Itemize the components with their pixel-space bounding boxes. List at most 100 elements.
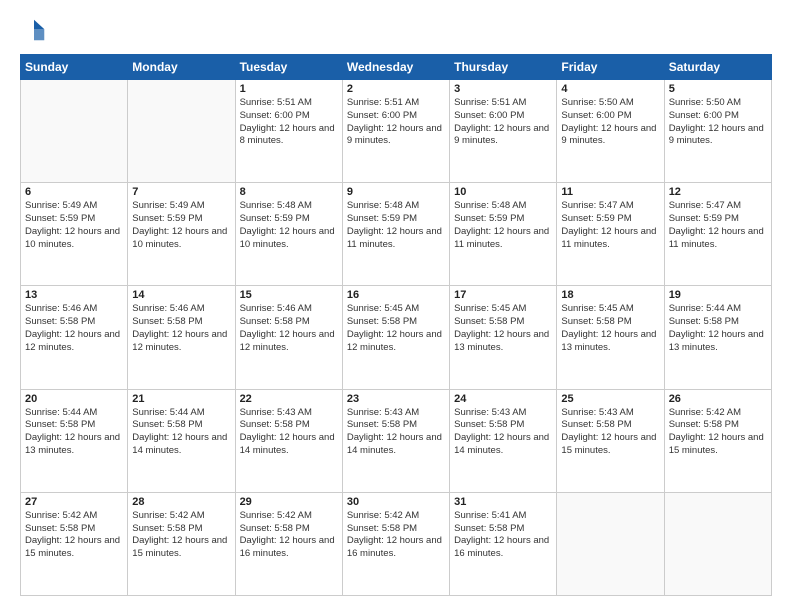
calendar-cell: 25 Sunrise: 5:43 AM Sunset: 5:58 PM Dayli…	[557, 389, 664, 492]
day-number: 14	[132, 289, 230, 301]
day-number: 5	[669, 83, 767, 95]
day-number: 11	[561, 186, 659, 198]
day-info: Sunrise: 5:51 AM Sunset: 6:00 PM Dayligh…	[240, 97, 338, 148]
day-info: Sunrise: 5:44 AM Sunset: 5:58 PM Dayligh…	[669, 303, 767, 354]
day-info: Sunrise: 5:51 AM Sunset: 6:00 PM Dayligh…	[347, 97, 445, 148]
calendar-cell: 21 Sunrise: 5:44 AM Sunset: 5:58 PM Dayli…	[128, 389, 235, 492]
weekday-header-wednesday: Wednesday	[342, 55, 449, 80]
weekday-header-sunday: Sunday	[21, 55, 128, 80]
day-number: 22	[240, 393, 338, 405]
day-number: 27	[25, 496, 123, 508]
day-number: 13	[25, 289, 123, 301]
day-number: 15	[240, 289, 338, 301]
day-number: 30	[347, 496, 445, 508]
day-number: 2	[347, 83, 445, 95]
weekday-header-thursday: Thursday	[450, 55, 557, 80]
day-info: Sunrise: 5:48 AM Sunset: 5:59 PM Dayligh…	[454, 200, 552, 251]
calendar-cell: 29 Sunrise: 5:42 AM Sunset: 5:58 PM Dayli…	[235, 492, 342, 595]
day-info: Sunrise: 5:51 AM Sunset: 6:00 PM Dayligh…	[454, 97, 552, 148]
calendar-cell: 31 Sunrise: 5:41 AM Sunset: 5:58 PM Dayli…	[450, 492, 557, 595]
day-number: 17	[454, 289, 552, 301]
calendar-cell: 1 Sunrise: 5:51 AM Sunset: 6:00 PM Daylig…	[235, 80, 342, 183]
logo-icon	[20, 16, 48, 44]
day-info: Sunrise: 5:50 AM Sunset: 6:00 PM Dayligh…	[561, 97, 659, 148]
day-info: Sunrise: 5:49 AM Sunset: 5:59 PM Dayligh…	[132, 200, 230, 251]
day-number: 21	[132, 393, 230, 405]
day-number: 6	[25, 186, 123, 198]
day-info: Sunrise: 5:50 AM Sunset: 6:00 PM Dayligh…	[669, 97, 767, 148]
day-number: 9	[347, 186, 445, 198]
calendar-week-row: 20 Sunrise: 5:44 AM Sunset: 5:58 PM Dayli…	[21, 389, 772, 492]
day-number: 25	[561, 393, 659, 405]
calendar-cell	[128, 80, 235, 183]
calendar-cell: 9 Sunrise: 5:48 AM Sunset: 5:59 PM Daylig…	[342, 183, 449, 286]
calendar-cell: 20 Sunrise: 5:44 AM Sunset: 5:58 PM Dayli…	[21, 389, 128, 492]
calendar-cell: 15 Sunrise: 5:46 AM Sunset: 5:58 PM Dayli…	[235, 286, 342, 389]
day-info: Sunrise: 5:42 AM Sunset: 5:58 PM Dayligh…	[347, 510, 445, 561]
day-info: Sunrise: 5:42 AM Sunset: 5:58 PM Dayligh…	[669, 407, 767, 458]
day-number: 18	[561, 289, 659, 301]
day-number: 7	[132, 186, 230, 198]
day-info: Sunrise: 5:45 AM Sunset: 5:58 PM Dayligh…	[454, 303, 552, 354]
calendar-cell: 16 Sunrise: 5:45 AM Sunset: 5:58 PM Dayli…	[342, 286, 449, 389]
day-info: Sunrise: 5:42 AM Sunset: 5:58 PM Dayligh…	[25, 510, 123, 561]
day-number: 4	[561, 83, 659, 95]
day-info: Sunrise: 5:49 AM Sunset: 5:59 PM Dayligh…	[25, 200, 123, 251]
day-info: Sunrise: 5:44 AM Sunset: 5:58 PM Dayligh…	[25, 407, 123, 458]
day-number: 19	[669, 289, 767, 301]
day-number: 24	[454, 393, 552, 405]
calendar-week-row: 6 Sunrise: 5:49 AM Sunset: 5:59 PM Daylig…	[21, 183, 772, 286]
day-number: 29	[240, 496, 338, 508]
calendar-cell: 30 Sunrise: 5:42 AM Sunset: 5:58 PM Dayli…	[342, 492, 449, 595]
day-info: Sunrise: 5:41 AM Sunset: 5:58 PM Dayligh…	[454, 510, 552, 561]
calendar-header-row: SundayMondayTuesdayWednesdayThursdayFrid…	[21, 55, 772, 80]
day-info: Sunrise: 5:45 AM Sunset: 5:58 PM Dayligh…	[347, 303, 445, 354]
calendar-cell	[21, 80, 128, 183]
day-info: Sunrise: 5:48 AM Sunset: 5:59 PM Dayligh…	[347, 200, 445, 251]
calendar-cell: 26 Sunrise: 5:42 AM Sunset: 5:58 PM Dayli…	[664, 389, 771, 492]
day-number: 8	[240, 186, 338, 198]
day-info: Sunrise: 5:44 AM Sunset: 5:58 PM Dayligh…	[132, 407, 230, 458]
weekday-header-saturday: Saturday	[664, 55, 771, 80]
calendar-cell: 24 Sunrise: 5:43 AM Sunset: 5:58 PM Dayli…	[450, 389, 557, 492]
calendar-cell: 6 Sunrise: 5:49 AM Sunset: 5:59 PM Daylig…	[21, 183, 128, 286]
weekday-header-tuesday: Tuesday	[235, 55, 342, 80]
calendar-cell: 22 Sunrise: 5:43 AM Sunset: 5:58 PM Dayli…	[235, 389, 342, 492]
day-number: 26	[669, 393, 767, 405]
calendar-cell: 18Sunrise: 5:45 AM Sunset: 5:58 PM Dayli…	[557, 286, 664, 389]
day-number: 20	[25, 393, 123, 405]
day-number: 10	[454, 186, 552, 198]
day-info: Sunrise: 5:48 AM Sunset: 5:59 PM Dayligh…	[240, 200, 338, 251]
day-info: Sunrise: 5:42 AM Sunset: 5:58 PM Dayligh…	[240, 510, 338, 561]
calendar-cell: 23Sunrise: 5:43 AM Sunset: 5:58 PM Dayli…	[342, 389, 449, 492]
calendar-cell: 14 Sunrise: 5:46 AM Sunset: 5:58 PM Dayli…	[128, 286, 235, 389]
calendar-cell: 17 Sunrise: 5:45 AM Sunset: 5:58 PM Dayli…	[450, 286, 557, 389]
calendar-week-row: 27 Sunrise: 5:42 AM Sunset: 5:58 PM Dayli…	[21, 492, 772, 595]
logo	[20, 16, 52, 44]
day-number: 23	[347, 393, 445, 405]
calendar-cell: 27 Sunrise: 5:42 AM Sunset: 5:58 PM Dayli…	[21, 492, 128, 595]
calendar-cell	[557, 492, 664, 595]
calendar-cell: 28Sunrise: 5:42 AM Sunset: 5:58 PM Dayli…	[128, 492, 235, 595]
weekday-header-monday: Monday	[128, 55, 235, 80]
calendar-cell: 13Sunrise: 5:46 AM Sunset: 5:58 PM Dayli…	[21, 286, 128, 389]
calendar-table: SundayMondayTuesdayWednesdayThursdayFrid…	[20, 54, 772, 596]
calendar-week-row: 1 Sunrise: 5:51 AM Sunset: 6:00 PM Daylig…	[21, 80, 772, 183]
day-info: Sunrise: 5:47 AM Sunset: 5:59 PM Dayligh…	[669, 200, 767, 251]
day-number: 3	[454, 83, 552, 95]
day-info: Sunrise: 5:46 AM Sunset: 5:58 PM Dayligh…	[132, 303, 230, 354]
calendar-cell: 7 Sunrise: 5:49 AM Sunset: 5:59 PM Daylig…	[128, 183, 235, 286]
calendar-cell: 19 Sunrise: 5:44 AM Sunset: 5:58 PM Dayli…	[664, 286, 771, 389]
day-info: Sunrise: 5:43 AM Sunset: 5:58 PM Dayligh…	[240, 407, 338, 458]
calendar-cell: 11Sunrise: 5:47 AM Sunset: 5:59 PM Dayli…	[557, 183, 664, 286]
day-info: Sunrise: 5:43 AM Sunset: 5:58 PM Dayligh…	[561, 407, 659, 458]
day-number: 1	[240, 83, 338, 95]
day-number: 16	[347, 289, 445, 301]
calendar-cell: 5 Sunrise: 5:50 AM Sunset: 6:00 PM Daylig…	[664, 80, 771, 183]
day-info: Sunrise: 5:43 AM Sunset: 5:58 PM Dayligh…	[454, 407, 552, 458]
day-info: Sunrise: 5:46 AM Sunset: 5:58 PM Dayligh…	[240, 303, 338, 354]
day-number: 28	[132, 496, 230, 508]
day-number: 31	[454, 496, 552, 508]
calendar-cell: 3 Sunrise: 5:51 AM Sunset: 6:00 PM Daylig…	[450, 80, 557, 183]
calendar-cell: 12Sunrise: 5:47 AM Sunset: 5:59 PM Dayli…	[664, 183, 771, 286]
